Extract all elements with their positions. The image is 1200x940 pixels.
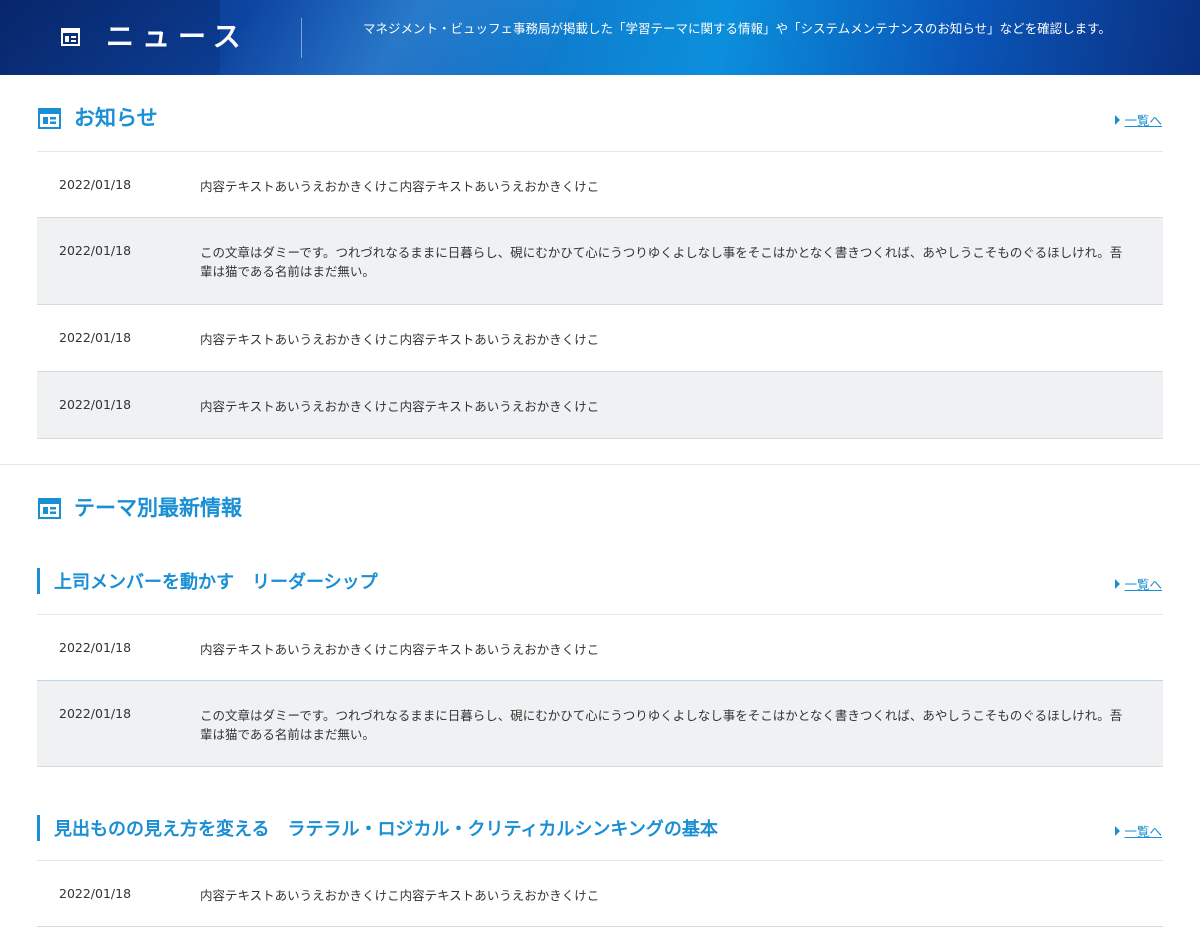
more-link-label: 一覧へ	[1124, 577, 1162, 592]
news-icon	[61, 28, 80, 46]
list-item[interactable]: 2022/01/18 この文章はダミーです。つれづれなるままに日暮らし、硯にむか…	[37, 218, 1163, 305]
item-text: この文章はダミーです。つれづれなるままに日暮らし、硯にむかひて心にうつりゆくよし…	[200, 708, 1123, 742]
list-item[interactable]: 2022/01/18 内容テキストあいうえおかきくけこ内容テキストあいうえおかき…	[37, 152, 1163, 218]
list-item[interactable]: 2022/01/18 内容テキストあいうえおかきくけこ内容テキストあいうえおかき…	[37, 861, 1163, 927]
theme-group-header: 上司メンバーを動かす リーダーシップ	[37, 568, 378, 594]
section-title-notices: お知らせ	[74, 106, 158, 130]
list-item[interactable]: 2022/01/18 内容テキストあいうえおかきくけこ内容テキストあいうえおかき…	[37, 372, 1163, 439]
triangle-right-icon	[1115, 114, 1121, 125]
page-description: マネジメント・ビュッフェ事務局が掲載した「学習テーマに関する情報」や「システムメ…	[363, 21, 1111, 36]
item-date: 2022/01/18	[59, 706, 132, 721]
item-text: この文章はダミーです。つれづれなるままに日暮らし、硯にむかひて心にうつりゆくよし…	[200, 245, 1123, 279]
theme-group-title: 上司メンバーを動かす リーダーシップ	[54, 572, 378, 593]
news-icon	[38, 107, 61, 129]
section-divider	[0, 464, 1200, 465]
notices-more-link[interactable]: 一覧へ	[1115, 110, 1162, 129]
more-link-label: 一覧へ	[1124, 113, 1162, 128]
list-item[interactable]: 2022/01/18 内容テキストあいうえおかきくけこ内容テキストあいうえおかき…	[37, 305, 1163, 372]
more-link-label: 一覧へ	[1124, 824, 1162, 839]
item-text: 内容テキストあいうえおかきくけこ内容テキストあいうえおかきくけこ	[200, 332, 600, 347]
header-divider	[301, 18, 302, 58]
item-date: 2022/01/18	[59, 243, 132, 258]
section-title-themes: テーマ別最新情報	[74, 496, 242, 520]
themes-section-header: テーマ別最新情報	[38, 494, 242, 522]
item-text: 内容テキストあいうえおかきくけこ内容テキストあいうえおかきくけこ	[200, 642, 600, 657]
page-title: ニュース	[106, 20, 249, 53]
theme-group-header: 見出ものの見え方を変える ラテラル・ロジカル・クリティカルシンキングの基本	[37, 815, 718, 841]
triangle-right-icon	[1115, 825, 1121, 836]
theme-group-more-link[interactable]: 一覧へ	[1115, 821, 1162, 840]
list-item[interactable]: 2022/01/18 内容テキストあいうえおかきくけこ内容テキストあいうえおかき…	[37, 615, 1163, 681]
notices-list: 2022/01/18 内容テキストあいうえおかきくけこ内容テキストあいうえおかき…	[37, 151, 1163, 439]
notices-section-header: お知らせ	[38, 104, 158, 132]
theme-group-list: 2022/01/18 内容テキストあいうえおかきくけこ内容テキストあいうえおかき…	[37, 614, 1163, 767]
theme-group-title: 見出ものの見え方を変える ラテラル・ロジカル・クリティカルシンキングの基本	[54, 819, 718, 840]
item-date: 2022/01/18	[59, 397, 132, 412]
news-icon	[38, 497, 61, 519]
item-text: 内容テキストあいうえおかきくけこ内容テキストあいうえおかきくけこ	[200, 179, 600, 194]
item-text: 内容テキストあいうえおかきくけこ内容テキストあいうえおかきくけこ	[200, 888, 600, 903]
item-date: 2022/01/18	[59, 330, 132, 345]
list-item[interactable]: 2022/01/18 この文章はダミーです。つれづれなるままに日暮らし、硯にむか…	[37, 681, 1163, 767]
triangle-right-icon	[1115, 578, 1121, 589]
page-header-banner: ニュース マネジメント・ビュッフェ事務局が掲載した「学習テーマに関する情報」や「…	[0, 0, 1200, 75]
theme-group-more-link[interactable]: 一覧へ	[1115, 574, 1162, 593]
item-date: 2022/01/18	[59, 177, 132, 192]
item-text: 内容テキストあいうえおかきくけこ内容テキストあいうえおかきくけこ	[200, 399, 600, 414]
item-date: 2022/01/18	[59, 640, 132, 655]
item-date: 2022/01/18	[59, 886, 132, 901]
theme-group-list: 2022/01/18 内容テキストあいうえおかきくけこ内容テキストあいうえおかき…	[37, 860, 1163, 927]
